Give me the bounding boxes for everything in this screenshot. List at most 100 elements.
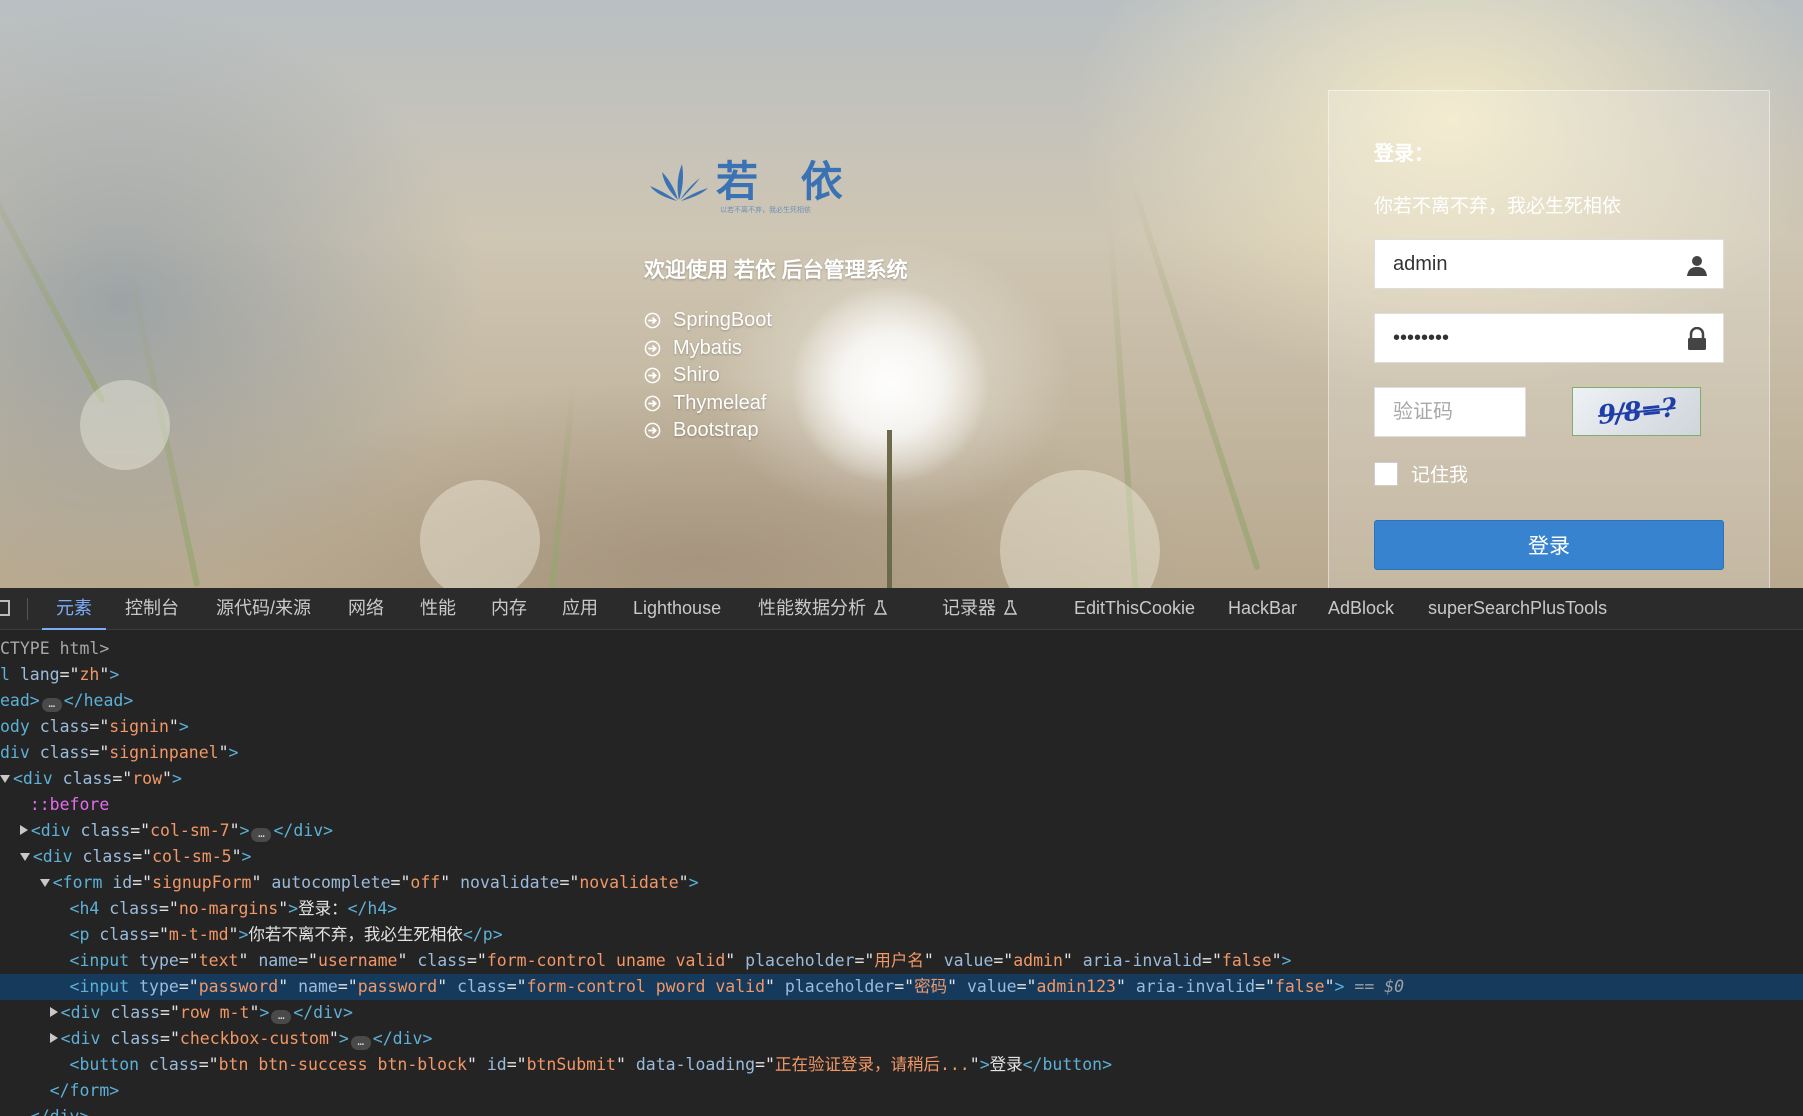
devtools-tab[interactable]: 内存 bbox=[491, 588, 527, 629]
code-token: =" bbox=[160, 1003, 180, 1022]
ellipsis-badge[interactable]: … bbox=[251, 828, 272, 842]
code-token: " bbox=[278, 899, 289, 918]
dom-node-line[interactable]: <div class="col-sm-7">… </div> bbox=[0, 818, 1803, 844]
user-icon bbox=[1687, 256, 1707, 276]
dom-node-line[interactable]: ead>… </head> bbox=[0, 688, 1803, 714]
dom-node-line-selected[interactable]: <input type="password" name="password" c… bbox=[0, 974, 1803, 1000]
code-token: == $0 bbox=[1354, 977, 1405, 996]
code-token: zh bbox=[79, 665, 100, 684]
ellipsis-badge[interactable]: … bbox=[350, 1036, 371, 1050]
code-token: " bbox=[466, 1055, 487, 1074]
code-token: class bbox=[457, 977, 507, 996]
code-token: > bbox=[228, 743, 239, 762]
expand-triangle-icon[interactable] bbox=[19, 825, 28, 835]
dom-node-line[interactable]: div class="signinpanel"> bbox=[0, 740, 1803, 766]
dom-node-line[interactable]: <div class="row"> bbox=[0, 766, 1803, 792]
code-token: <div bbox=[60, 1029, 111, 1048]
code-token: admin bbox=[1013, 951, 1063, 970]
code-token: ead> bbox=[0, 691, 40, 710]
dom-node-line[interactable]: CTYPE html> bbox=[0, 636, 1803, 662]
captcha-image[interactable]: 9/8=? bbox=[1572, 387, 1701, 436]
devtools-tab[interactable]: 网络 bbox=[348, 588, 384, 629]
devtools-tab[interactable]: HackBar bbox=[1228, 588, 1297, 629]
code-token: =" bbox=[112, 769, 133, 788]
dom-node-line[interactable]: l lang="zh"> bbox=[0, 662, 1803, 688]
dom-node-line[interactable]: <button class="btn btn-success btn-block… bbox=[0, 1052, 1803, 1078]
code-token: </head> bbox=[63, 691, 134, 710]
dom-node-line[interactable]: <div class="checkbox-custom">… </div> bbox=[0, 1026, 1803, 1052]
captcha-input[interactable] bbox=[1375, 399, 1525, 425]
code-token: ::before bbox=[29, 795, 110, 814]
dom-node-line[interactable]: <input type="text" name="username" class… bbox=[0, 948, 1803, 974]
dom-node-line[interactable]: </div> bbox=[0, 1104, 1803, 1116]
background-bokeh bbox=[1000, 470, 1160, 588]
code-token: " bbox=[397, 951, 418, 970]
code-token: password bbox=[357, 977, 438, 996]
code-token: 用户名 bbox=[874, 951, 924, 970]
devtools-tab[interactable]: 源代码/来源 bbox=[216, 588, 311, 629]
dom-node-line[interactable]: <div class="col-sm-5"> bbox=[0, 844, 1803, 870]
background-bokeh bbox=[80, 380, 170, 470]
devtools-tab[interactable]: Lighthouse bbox=[633, 588, 721, 629]
code-token: type bbox=[139, 951, 179, 970]
devtools-tab[interactable]: 性能数据分析 bbox=[758, 588, 887, 629]
code-token: </div> bbox=[273, 821, 334, 840]
code-token: </form> bbox=[49, 1081, 120, 1100]
devtools-tab[interactable]: AdBlock bbox=[1328, 588, 1394, 629]
expand-triangle-icon[interactable] bbox=[49, 1007, 58, 1017]
devtools-tab[interactable]: EditThisCookie bbox=[1074, 588, 1195, 629]
code-token: =" bbox=[298, 951, 318, 970]
devtools-tab[interactable]: 记录器 bbox=[942, 588, 1017, 629]
devtools-tab[interactable]: superSearchPlusTools bbox=[1428, 588, 1607, 629]
ellipsis-badge[interactable]: … bbox=[271, 1010, 292, 1024]
code-token: > bbox=[688, 873, 699, 892]
code-token: novalidate bbox=[460, 873, 560, 892]
code-token: =" bbox=[132, 873, 153, 892]
dom-node-line[interactable]: <h4 class="no-margins">登录：</h4> bbox=[0, 896, 1803, 922]
password-field[interactable] bbox=[1374, 313, 1724, 363]
remember-me-label: 记住我 bbox=[1411, 465, 1469, 486]
collapse-triangle-icon[interactable] bbox=[39, 879, 50, 887]
code-token: l bbox=[0, 665, 20, 684]
remember-me-checkbox[interactable] bbox=[1374, 461, 1398, 486]
code-token: =" bbox=[755, 1055, 775, 1074]
code-token: m-t-md bbox=[168, 925, 229, 944]
password-input[interactable] bbox=[1375, 325, 1675, 351]
code-token: 你若不离不弃，我必生死相依 bbox=[248, 925, 463, 944]
tech-stack-label: Bootstrap bbox=[673, 419, 759, 442]
collapse-triangle-icon[interactable] bbox=[0, 775, 10, 783]
dom-node-line[interactable]: <div class="row m-t">… </div> bbox=[0, 1000, 1803, 1026]
devtools-tab[interactable]: 应用 bbox=[562, 588, 598, 629]
code-token: value bbox=[966, 977, 1017, 996]
dom-node-line[interactable]: <form id="signupForm" autocomplete="off"… bbox=[0, 870, 1803, 896]
code-token: row bbox=[132, 769, 163, 788]
username-field[interactable] bbox=[1374, 239, 1724, 289]
dom-node-line[interactable]: <p class="m-t-md">你若不离不弃，我必生死相依</p> bbox=[0, 922, 1803, 948]
login-button[interactable]: 登录 bbox=[1374, 520, 1724, 570]
code-token: </h4> bbox=[347, 899, 398, 918]
tech-stack-label: Thymeleaf bbox=[673, 391, 767, 414]
code-token: <div bbox=[30, 821, 81, 840]
ellipsis-badge[interactable]: … bbox=[41, 698, 62, 712]
expand-triangle-icon[interactable] bbox=[49, 1033, 58, 1043]
dom-node-line[interactable]: ::before bbox=[0, 792, 1803, 818]
devtools-tab[interactable]: 元素 bbox=[42, 588, 106, 630]
captcha-field[interactable] bbox=[1374, 387, 1526, 437]
code-token: no-margins bbox=[178, 899, 279, 918]
code-token: class bbox=[110, 1003, 161, 1022]
collapse-triangle-icon[interactable] bbox=[19, 853, 30, 861]
devtools-tab[interactable]: 性能 bbox=[420, 588, 456, 629]
code-token: value bbox=[943, 951, 994, 970]
username-input[interactable] bbox=[1375, 251, 1675, 277]
remember-me[interactable]: 记住我 bbox=[1374, 460, 1468, 487]
dom-node-line[interactable]: ody class="signin"> bbox=[0, 714, 1803, 740]
code-token: class bbox=[99, 925, 150, 944]
devtools-tab[interactable]: 控制台 bbox=[125, 588, 179, 629]
dom-node-line[interactable]: </form> bbox=[0, 1078, 1803, 1104]
dock-side-icon[interactable] bbox=[0, 600, 10, 616]
code-token: " bbox=[228, 925, 239, 944]
